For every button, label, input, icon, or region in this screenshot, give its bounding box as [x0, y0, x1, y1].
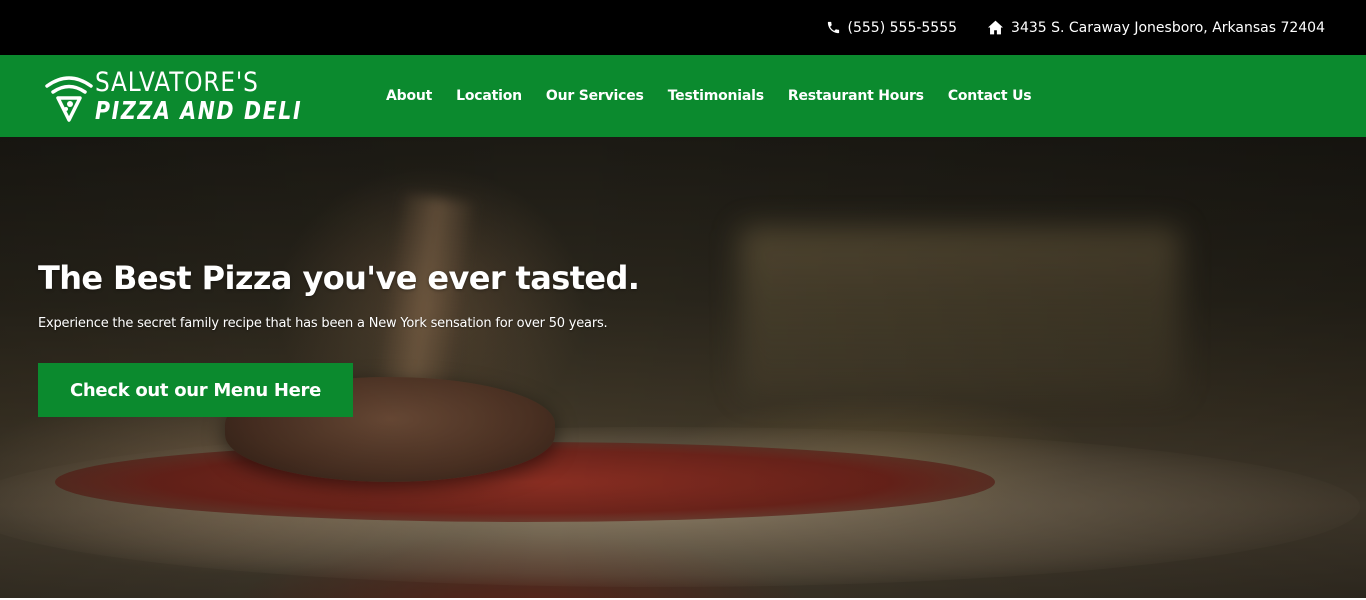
- home-icon: [987, 20, 1004, 35]
- main-navbar: SALVATORE'S PIZZA AND DELI About Locatio…: [0, 55, 1366, 137]
- top-contact-bar: (555) 555-5555 3435 S. Caraway Jonesboro…: [0, 0, 1366, 55]
- address-contact[interactable]: 3435 S. Caraway Jonesboro, Arkansas 7240…: [987, 20, 1325, 36]
- phone-contact[interactable]: (555) 555-5555: [826, 20, 958, 36]
- pizza-slice-wifi-icon: [43, 68, 95, 124]
- nav-link-contact-us[interactable]: Contact Us: [948, 88, 1032, 104]
- nav-link-our-services[interactable]: Our Services: [546, 88, 644, 104]
- primary-nav: About Location Our Services Testimonials…: [386, 55, 1032, 137]
- nav-link-testimonials[interactable]: Testimonials: [668, 88, 764, 104]
- brand-logo[interactable]: SALVATORE'S PIZZA AND DELI: [43, 67, 303, 125]
- brand-name-line2: PIZZA AND DELI: [95, 96, 303, 125]
- phone-icon: [826, 20, 841, 35]
- hero-title: The Best Pizza you've ever tasted.: [38, 259, 640, 297]
- brand-name: SALVATORE'S PIZZA AND DELI: [95, 69, 348, 123]
- hero-section: The Best Pizza you've ever tasted. Exper…: [0, 137, 1366, 598]
- phone-number[interactable]: (555) 555-5555: [848, 20, 958, 36]
- hero-subtitle: Experience the secret family recipe that…: [38, 316, 608, 331]
- nav-link-location[interactable]: Location: [456, 88, 522, 104]
- brand-name-line1: SALVATORE'S: [95, 67, 259, 98]
- nav-link-restaurant-hours[interactable]: Restaurant Hours: [788, 88, 924, 104]
- menu-cta-button[interactable]: Check out our Menu Here: [38, 363, 353, 417]
- nav-link-about[interactable]: About: [386, 88, 432, 104]
- address-text[interactable]: 3435 S. Caraway Jonesboro, Arkansas 7240…: [1011, 20, 1325, 36]
- hero-content: The Best Pizza you've ever tasted. Exper…: [38, 259, 640, 417]
